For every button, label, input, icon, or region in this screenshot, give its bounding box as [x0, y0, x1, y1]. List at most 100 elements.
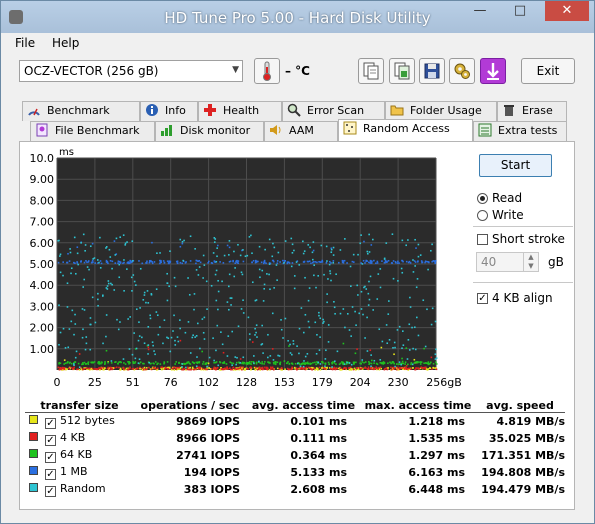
menu-file[interactable]: File — [15, 36, 35, 50]
scatter-point — [171, 367, 174, 370]
scatter-point — [350, 285, 352, 287]
tab-disk-monitor[interactable]: Disk monitor — [155, 121, 264, 141]
close-button[interactable]: ✕ — [545, 1, 589, 21]
tab-folder-usage[interactable]: Folder Usage — [385, 101, 497, 121]
scatter-point — [94, 262, 96, 264]
drive-select[interactable]: OCZ-VECTOR (256 gB) ▼ — [19, 60, 243, 82]
scatter-point — [435, 368, 438, 371]
scatter-point — [300, 307, 303, 309]
scatter-point — [251, 252, 253, 255]
tab-info[interactable]: Info — [140, 101, 198, 121]
scatter-point — [289, 368, 291, 371]
scatter-point — [217, 279, 219, 282]
scatter-point — [166, 336, 168, 339]
scatter-point — [431, 243, 433, 246]
tab-extra-tests[interactable]: Extra tests — [473, 121, 567, 141]
copy-text-button[interactable] — [358, 58, 384, 84]
separator — [473, 226, 573, 227]
scatter-point — [381, 362, 384, 365]
scatter-point — [362, 313, 364, 316]
scatter-point — [298, 352, 300, 355]
scatter-point — [365, 259, 368, 262]
short-stroke-label: Short stroke — [492, 232, 565, 246]
temperature-button[interactable] — [254, 58, 280, 84]
scatter-point — [318, 311, 320, 314]
scatter-point — [202, 254, 205, 257]
scatter-point — [88, 367, 91, 370]
scatter-point — [350, 335, 352, 337]
tab-label: Random Access — [363, 122, 450, 135]
scatter-point — [215, 269, 218, 272]
scatter-point — [394, 261, 397, 263]
scatter-point — [291, 353, 293, 356]
scatter-point — [159, 259, 161, 262]
tab-file-benchmark[interactable]: File Benchmark — [30, 121, 155, 141]
series-checkbox[interactable]: ✓ — [45, 486, 56, 497]
scatter-point — [408, 323, 411, 326]
scatter-point — [290, 362, 293, 365]
scatter-point — [68, 328, 71, 330]
short-stroke-unit: gB — [548, 255, 564, 269]
scatter-point — [298, 264, 301, 266]
scatter-point — [357, 253, 359, 256]
scatter-point — [191, 366, 194, 369]
options-button[interactable] — [449, 58, 475, 84]
scatter-point — [206, 362, 208, 364]
scatter-point — [138, 321, 140, 323]
tab-erase[interactable]: Erase — [497, 101, 567, 121]
scatter-point — [233, 275, 236, 278]
copy-screenshot-button[interactable] — [389, 58, 415, 84]
scatter-point — [410, 363, 412, 366]
scatter-point — [237, 243, 239, 246]
scatter-point — [68, 362, 71, 364]
maximize-button[interactable]: □ — [507, 1, 533, 21]
scatter-point — [70, 267, 73, 270]
read-radio[interactable] — [477, 193, 488, 204]
spinner-arrows-icon[interactable]: ▲ ▼ — [523, 253, 538, 271]
scatter-point — [102, 366, 105, 369]
tab-label: Health — [223, 104, 260, 117]
download-button[interactable] — [480, 58, 506, 84]
scatter-point — [194, 248, 196, 250]
scatter-point — [198, 266, 201, 268]
short-stroke-size-input[interactable]: 40 ▲ ▼ — [476, 252, 539, 272]
scatter-point — [307, 260, 310, 263]
minimize-button[interactable]: — — [467, 1, 493, 21]
write-radio[interactable] — [477, 210, 488, 221]
save-button[interactable] — [419, 58, 445, 84]
copy-screenshot-icon — [394, 62, 410, 80]
scatter-point — [390, 262, 393, 264]
align-4kb-label: 4 KB align — [492, 291, 553, 305]
tab-error-scan[interactable]: Error Scan — [282, 101, 385, 121]
series-checkbox[interactable]: ✓ — [45, 469, 56, 480]
series-checkbox[interactable]: ✓ — [45, 418, 56, 429]
scatter-point — [74, 356, 77, 359]
tab-health[interactable]: Health — [198, 101, 282, 121]
scatter-point — [314, 361, 316, 364]
scatter-point — [197, 274, 200, 276]
benchmark-icon — [28, 108, 40, 116]
scatter-point — [137, 362, 140, 364]
series-checkbox[interactable]: ✓ — [45, 435, 56, 446]
series-checkbox[interactable]: ✓ — [45, 452, 56, 463]
tab-aam[interactable]: AAM — [264, 121, 338, 141]
scatter-point — [195, 259, 198, 262]
scatter-point — [201, 350, 203, 353]
operations-cell: 8966 IOPS — [176, 432, 240, 445]
start-button[interactable]: Start — [479, 154, 552, 177]
scatter-point — [332, 261, 335, 264]
x-tick-label: 230 — [388, 376, 409, 389]
scatter-point — [263, 363, 265, 365]
exit-button[interactable]: Exit — [521, 58, 575, 84]
table-row: ✓ 4 KB 8966 IOPS 0.111 ms 1.535 ms 35.025 MB/… — [25, 430, 565, 447]
tab-random-access[interactable]: Random Access — [338, 119, 473, 141]
tab-benchmark[interactable]: Benchmark — [22, 101, 140, 121]
align-4kb-checkbox[interactable]: ✓ — [477, 293, 488, 304]
menu-help[interactable]: Help — [52, 36, 79, 50]
short-stroke-checkbox[interactable] — [477, 234, 488, 245]
scatter-point — [315, 363, 317, 366]
scatter-point — [131, 290, 133, 292]
scatter-point — [189, 352, 192, 354]
scatter-point — [405, 347, 408, 349]
header-avg-access-time: avg. access time — [246, 398, 361, 413]
